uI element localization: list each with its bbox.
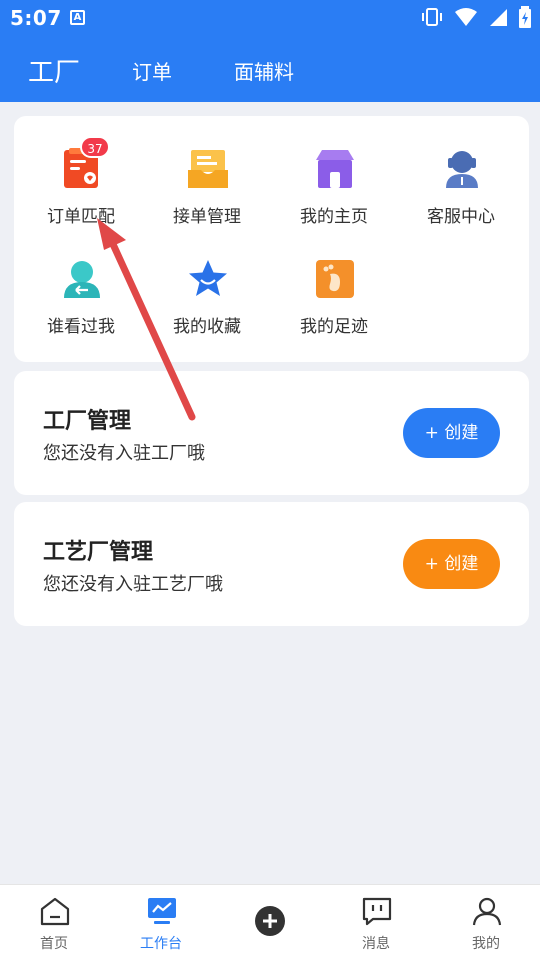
nav-messages[interactable]: 消息 xyxy=(331,885,421,960)
nav-workbench-label: 工作台 xyxy=(140,936,182,952)
bottom-navigation: 首页 工作台 消息 我的 xyxy=(0,884,540,960)
craft-mgmt-title: 工艺厂管理 xyxy=(43,540,154,565)
workbench-chart-icon xyxy=(148,898,176,924)
keyboard-a-icon: A xyxy=(70,10,85,25)
feature-visitors[interactable]: 谁看过我 xyxy=(26,258,136,358)
tab-orders[interactable]: 订单 xyxy=(132,56,172,85)
feature-order-accept[interactable]: 接单管理 xyxy=(152,148,262,258)
factory-mgmt-title: 工厂管理 xyxy=(43,409,132,434)
feature-label: 订单匹配 xyxy=(47,207,115,227)
vibrate-icon xyxy=(422,8,442,26)
factory-management-card: 工厂管理 您还没有入驻工厂哦 + 创建 xyxy=(14,371,529,495)
message-icon xyxy=(362,897,392,926)
craft-mgmt-subtitle: 您还没有入驻工艺厂哦 xyxy=(43,574,223,595)
nav-mine-label: 我的 xyxy=(472,936,500,952)
feature-customer-service[interactable]: 客服中心 xyxy=(406,148,516,258)
feature-favorites[interactable]: 我的收藏 xyxy=(152,258,262,358)
create-factory-button[interactable]: + 创建 xyxy=(403,408,500,458)
customer-service-icon xyxy=(446,151,478,188)
status-time: 5:07 xyxy=(10,6,62,30)
wifi-icon xyxy=(455,8,477,26)
nav-mine[interactable]: 我的 xyxy=(441,885,531,960)
nav-publish[interactable] xyxy=(224,885,314,960)
feature-label: 我的足迹 xyxy=(300,317,368,337)
tab-factory[interactable]: 工厂 xyxy=(28,52,80,89)
visitors-icon xyxy=(64,261,100,298)
plus-circle-icon xyxy=(255,906,285,936)
battery-charging-icon xyxy=(519,6,531,28)
craft-factory-management-card: 工艺厂管理 您还没有入驻工艺厂哦 + 创建 xyxy=(14,502,529,626)
feature-label: 接单管理 xyxy=(173,207,241,227)
feature-label: 客服中心 xyxy=(427,207,495,227)
feature-my-homepage[interactable]: 我的主页 xyxy=(279,148,389,258)
order-match-badge: 37 xyxy=(80,136,110,158)
feature-order-match[interactable]: 订单匹配 xyxy=(26,148,136,258)
top-tabs: 工厂 订单 面辅料 xyxy=(0,50,540,90)
nav-messages-label: 消息 xyxy=(362,936,390,952)
nav-workbench[interactable]: 工作台 xyxy=(116,885,206,960)
tab-materials[interactable]: 面辅料 xyxy=(234,56,294,85)
shop-home-icon xyxy=(316,150,354,188)
footprint-icon xyxy=(316,260,354,298)
feature-footprint[interactable]: 我的足迹 xyxy=(279,258,389,358)
feature-label: 我的收藏 xyxy=(173,317,241,337)
create-craft-factory-button[interactable]: + 创建 xyxy=(403,539,500,589)
feature-label: 我的主页 xyxy=(300,207,368,227)
nav-home[interactable]: 首页 xyxy=(9,885,99,960)
nav-home-label: 首页 xyxy=(40,936,68,952)
top-header: 5:07 A 工厂 订单 面辅料 xyxy=(0,0,540,102)
factory-mgmt-subtitle: 您还没有入驻工厂哦 xyxy=(43,443,205,464)
user-profile-icon xyxy=(472,897,502,926)
feature-label: 谁看过我 xyxy=(47,317,115,337)
signal-icon xyxy=(490,9,507,26)
status-bar: 5:07 A xyxy=(0,0,540,36)
order-accept-icon xyxy=(188,150,228,188)
status-icons xyxy=(420,6,532,28)
home-icon xyxy=(40,897,70,926)
favorites-star-icon xyxy=(189,260,227,296)
